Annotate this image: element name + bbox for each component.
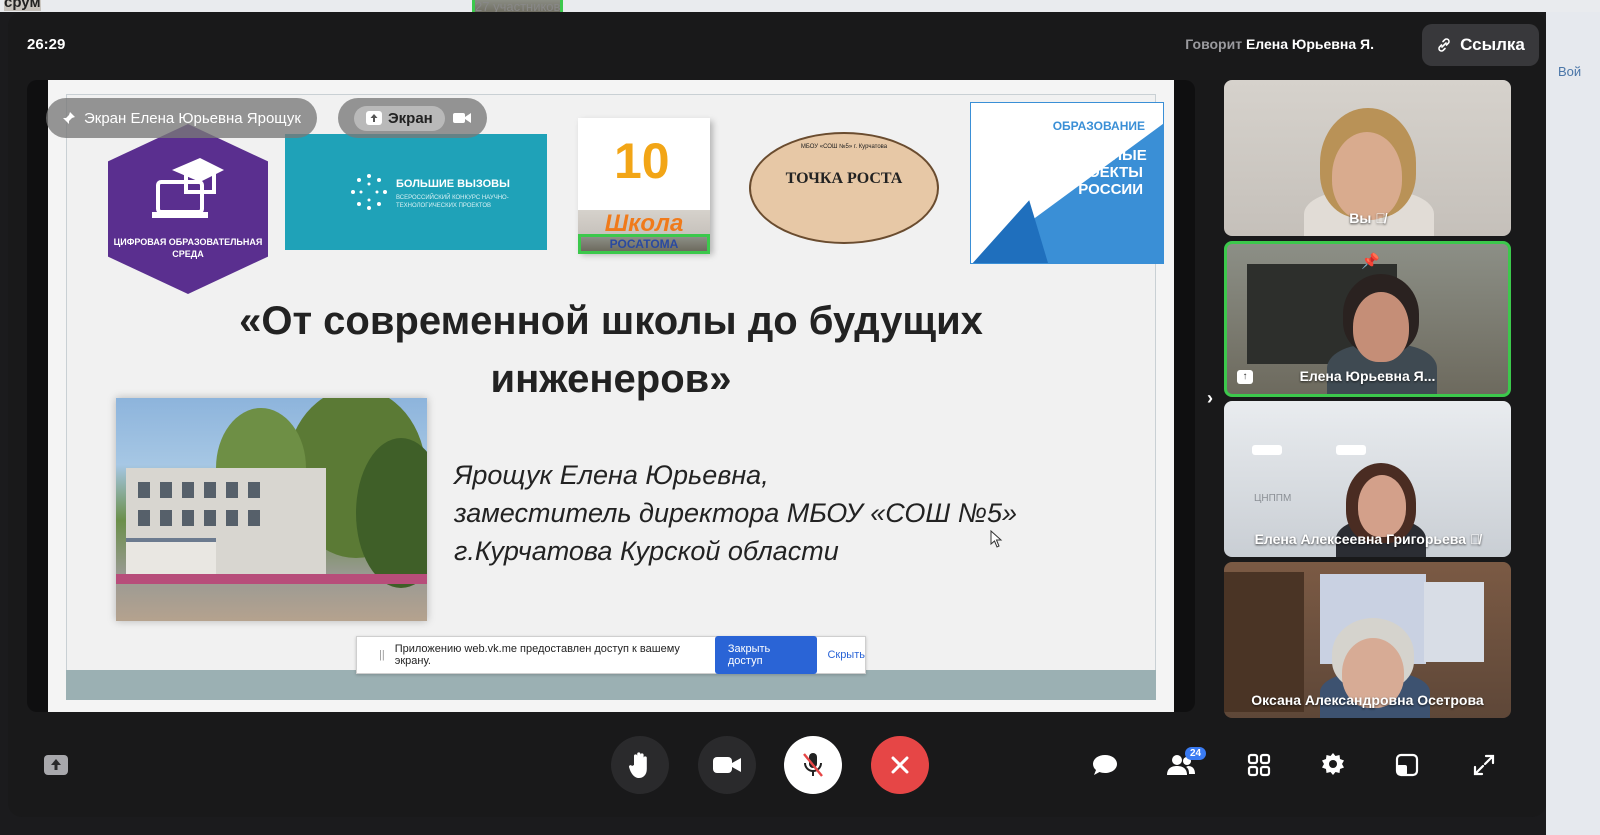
link-button-label: Ссылка: [1460, 35, 1525, 54]
shared-screen[interactable]: ЦИФРОВАЯ ОБРАЗОВАТЕЛЬНАЯ СРЕДА БОЛЬШИЕ В…: [27, 80, 1195, 712]
layout-toggle-button[interactable]: [1390, 748, 1424, 782]
rosatom-number: 10: [614, 133, 670, 189]
presentation-slide: ЦИФРОВАЯ ОБРАЗОВАТЕЛЬНАЯ СРЕДА БОЛЬШИЕ В…: [48, 80, 1174, 712]
pin-icon: [63, 112, 75, 124]
screen-share-notification: || Приложению web.vk.me предоставлен дос…: [356, 636, 866, 674]
window-layout-icon: [1395, 753, 1419, 777]
view-toggle[interactable]: Экран: [338, 98, 487, 138]
rosatom-subtitle: РОСАТОМА: [578, 234, 710, 254]
stop-sharing-button[interactable]: Закрыть доступ: [714, 636, 818, 674]
tochka-rosta-logo: МБОУ «СОШ №5» г. Курчатова ТОЧКА РОСТА: [749, 132, 939, 244]
tochka-title: ТОЧКА РОСТА: [785, 170, 903, 187]
raise-hand-button[interactable]: [611, 736, 669, 794]
hide-notification-link[interactable]: Скрыть: [827, 649, 865, 661]
participant-name: Вы 🎙̸: [1349, 210, 1386, 226]
microphone-button[interactable]: [784, 736, 842, 794]
sidebar-fragment: Вой: [1558, 64, 1582, 79]
chat-button[interactable]: [1088, 748, 1122, 782]
screen-owner-label[interactable]: Экран Елена Юрьевна Ярощук: [46, 98, 317, 138]
grid-icon: [1247, 753, 1271, 777]
participant-name: Оксана Александровна Осетрова: [1251, 692, 1484, 708]
participant-name: Елена Алексеевна Григорьева 🎙̸: [1254, 531, 1481, 547]
slide-title: «От современной школы до будущих инженер…: [48, 292, 1174, 408]
digital-education-text: ЦИФРОВАЯ ОБРАЗОВАТЕЛЬНАЯ СРЕДА: [113, 237, 263, 259]
end-call-button[interactable]: [871, 736, 929, 794]
participant-tile-speaking[interactable]: 📌 ↑ Елена Юрьевна Я...: [1224, 241, 1511, 397]
link-icon: [1438, 38, 1450, 52]
speaking-label: Говорит: [1185, 36, 1243, 52]
participant-tile[interactable]: Вы 🎙̸: [1224, 80, 1511, 236]
pin-icon: 📌: [1361, 253, 1380, 270]
screen-view-label: Экран: [388, 109, 433, 127]
slide-footer-band: [66, 670, 1156, 700]
tochka-subtitle: МБОУ «СОШ №5» г. Курчатова: [800, 144, 888, 150]
browser-bar: срум 27 участников: [0, 0, 1600, 17]
school-building-photo: [116, 398, 427, 621]
participant-name: Елена Юрьевна Я...: [1299, 368, 1436, 384]
camera-view-icon[interactable]: [452, 112, 471, 124]
chat-icon: [1093, 755, 1117, 775]
camera-button[interactable]: [698, 736, 756, 794]
mic-off-icon: 🎙̸: [1469, 531, 1481, 547]
national-projects-title: НАЦИОНАЛЬНЫЕ ПРОЕКТЫ РОССИИ: [1013, 147, 1147, 198]
close-icon: [891, 756, 909, 774]
screen-view-chip[interactable]: Экран: [354, 105, 445, 131]
screen-owner-name: Экран Елена Юрьевна Ярощук: [84, 109, 301, 127]
chevron-right-icon[interactable]: ›: [1200, 388, 1220, 408]
speaking-indicator: Говорит Елена Юрьевна Я.: [1185, 36, 1374, 52]
expand-icon: [1473, 754, 1495, 776]
gear-icon: [1322, 753, 1344, 775]
slide-author: Ярощук Елена Юрьевна, заместитель директ…: [454, 456, 1017, 570]
notification-text: Приложению web.vk.me предоставлен доступ…: [394, 643, 680, 667]
author-position: заместитель директора МБОУ «СОШ №5»: [454, 498, 1018, 528]
national-projects-logo: ОБРАЗОВАНИЕ НАЦИОНАЛЬНЫЕ ПРОЕКТЫ РОССИИ: [970, 102, 1164, 264]
mic-off-icon: [803, 753, 823, 777]
hand-icon: [628, 752, 647, 778]
cursor-icon: [990, 530, 1003, 548]
wall-sign: ЦНППМ: [1254, 493, 1292, 504]
big-challenges-subtitle: ВСЕРОССИЙСКИЙ КОНКУРС НАУЧНО-ТЕХНОЛОГИЧЕ…: [396, 195, 509, 209]
participant-tile[interactable]: ЦНППМ Елена Алексеевна Григорьева 🎙̸: [1224, 401, 1511, 557]
author-name: Ярощук Елена Юрьевна,: [454, 460, 769, 490]
call-timer: 26:29: [27, 36, 66, 53]
big-challenges-logo: БОЛЬШИЕ ВЫЗОВЫ ВСЕРОССИЙСКИЙ КОНКУРС НАУ…: [285, 134, 547, 250]
author-location: г.Курчатова Курской области: [454, 536, 839, 566]
participants-badge: 24: [1185, 747, 1207, 760]
rosatom-school-logo: 10 Школа РОСАТОМА: [578, 118, 710, 254]
browser-sidebar: Вой: [1546, 12, 1600, 835]
copy-link-button[interactable]: Ссылка: [1422, 24, 1539, 66]
grid-layout-button[interactable]: [1242, 748, 1276, 782]
national-projects-top: ОБРАЗОВАНИЕ: [1052, 119, 1145, 133]
camera-icon: [713, 757, 741, 773]
mic-off-icon: 🎙̸: [1375, 210, 1386, 226]
big-challenges-title: БОЛЬШИЕ ВЫЗОВЫ: [396, 178, 510, 190]
drag-handle-icon[interactable]: ||: [379, 649, 385, 661]
speaking-name: Елена Юрьевна Я.: [1245, 36, 1374, 52]
share-screen-icon: [366, 111, 382, 125]
share-screen-icon: [44, 755, 68, 775]
slide-title-line1: «От современной школы до будущих: [239, 299, 983, 343]
participant-tile[interactable]: Оксана Александровна Осетрова: [1224, 562, 1511, 718]
fullscreen-button[interactable]: [1467, 748, 1501, 782]
share-screen-button[interactable]: [39, 748, 73, 782]
settings-button[interactable]: [1316, 748, 1350, 782]
chat-title: срум: [4, 0, 41, 11]
